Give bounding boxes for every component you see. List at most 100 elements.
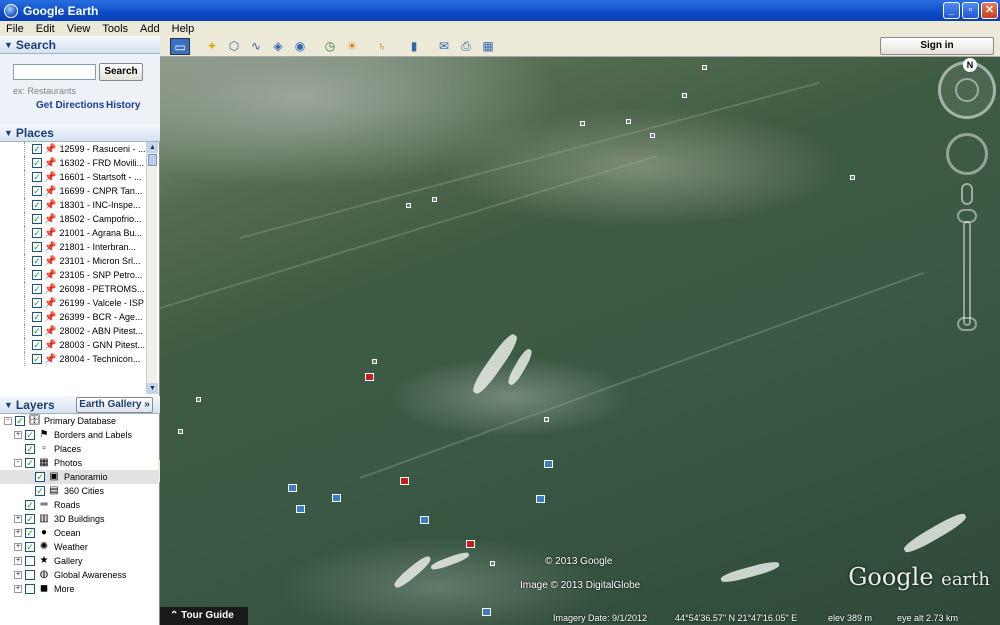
photo-marker[interactable] [332,494,341,502]
map-marker[interactable] [580,121,585,126]
look-around-icon[interactable] [955,78,979,102]
places-list[interactable]: ✓ 📌 12599 - Rasuceni - ... ✓ 📌 16302 - FRD Mo… [0,142,146,394]
place-item[interactable]: ✓ 📌 23105 - SNP Petro... [0,268,146,282]
place-item[interactable]: ✓ 📌 23101 - Micron Srl... [0,254,146,268]
add-polygon-icon[interactable]: ⬡ [224,38,244,55]
place-checkbox[interactable]: ✓ [32,326,42,336]
place-checkbox[interactable]: ✓ [32,172,42,182]
place-item[interactable]: ✓ 📌 16302 - FRD Movili... [0,156,146,170]
layer-checkbox[interactable]: ✓ [35,486,45,496]
place-checkbox[interactable]: ✓ [32,214,42,224]
zoom-slider[interactable] [963,221,971,326]
add-placemark-icon[interactable]: ✦ [202,38,222,55]
places-scrollbar[interactable]: ▲ ▼ [146,142,158,394]
layer-item[interactable]: ✓ ▤ 360 Cities [0,484,158,498]
place-item[interactable]: ✓ 📌 16601 - Startsoft - ... [0,170,146,184]
layer-checkbox[interactable]: ✓ [25,430,35,440]
layer-checkbox[interactable]: ✓ [25,528,35,538]
scroll-up-icon[interactable]: ▲ [147,142,158,153]
place-checkbox[interactable]: ✓ [32,228,42,238]
map-marker[interactable] [626,119,631,124]
street-view-pegman-icon[interactable] [961,183,973,205]
map-marker[interactable] [372,359,377,364]
place-checkbox[interactable]: ✓ [32,298,42,308]
add-overlay-icon[interactable]: ◈ [268,38,288,55]
map-marker[interactable] [178,429,183,434]
menu-view[interactable]: View [61,23,97,35]
layer-item[interactable]: + ★ Gallery [0,554,158,568]
scroll-down-icon[interactable]: ▼ [147,383,158,394]
layer-item[interactable]: + ✓ ● Ocean [0,526,158,540]
map-marker[interactable] [702,65,707,70]
search-panel-header[interactable]: ▼ Search [0,36,160,54]
photo-marker[interactable] [400,477,409,485]
close-button[interactable]: ✕ [981,2,998,19]
layer-item[interactable]: + ✓ ✺ Weather [0,540,158,554]
sign-in-button[interactable]: Sign in [880,37,994,55]
place-item[interactable]: ✓ 📌 16699 - CNPR Tan... [0,184,146,198]
sidebar-toggle-icon[interactable]: ▭ [170,38,190,55]
layer-item[interactable]: + ◼ More [0,582,158,596]
photo-marker[interactable] [420,516,429,524]
expand-toggle-icon[interactable]: + [14,515,22,523]
expand-toggle-icon[interactable]: + [14,529,22,537]
layer-checkbox[interactable]: ✓ [25,514,35,524]
expand-toggle-icon[interactable]: - [4,417,12,425]
menu-edit[interactable]: Edit [30,23,61,35]
map-marker[interactable] [682,93,687,98]
place-item[interactable]: ✓ 📌 18301 - INC-Inspe... [0,198,146,212]
map-marker[interactable] [850,175,855,180]
layer-checkbox[interactable]: ✓ [35,472,45,482]
layer-item[interactable]: - ✓ 🗄 Primary Database [0,414,158,428]
map-marker[interactable] [650,133,655,138]
photo-marker[interactable] [466,540,475,548]
email-icon[interactable]: ✉ [434,38,454,55]
place-checkbox[interactable]: ✓ [32,200,42,210]
place-checkbox[interactable]: ✓ [32,256,42,266]
layer-checkbox[interactable]: ✓ [25,458,35,468]
layer-item[interactable]: ✓ ═ Roads [0,498,158,512]
map-marker[interactable] [196,397,201,402]
layer-checkbox[interactable]: ✓ [25,500,35,510]
layer-checkbox[interactable] [25,556,35,566]
menu-add[interactable]: Add [134,23,166,35]
ruler-icon[interactable]: ▮ [404,38,424,55]
compass-north[interactable]: N [963,58,977,72]
place-item[interactable]: ✓ 📌 28002 - ABN Pitest... [0,324,146,338]
place-checkbox[interactable]: ✓ [32,312,42,322]
move-joystick-icon[interactable] [946,133,988,175]
expand-toggle-icon[interactable]: + [14,543,22,551]
menu-file[interactable]: File [0,23,30,35]
compass-ring[interactable]: N [938,58,996,119]
place-item[interactable]: ✓ 📌 26399 - BCR - Age... [0,310,146,324]
layer-checkbox[interactable]: ✓ [15,416,25,426]
layer-item[interactable]: ✓ ▫ Places [0,442,158,456]
layer-item[interactable]: + ✓ ▥ 3D Buildings [0,512,158,526]
place-item[interactable]: ✓ 📌 28004 - Technicon... [0,352,146,366]
layer-checkbox[interactable] [25,584,35,594]
menu-tools[interactable]: Tools [96,23,134,35]
sunlight-icon[interactable]: ☀ [342,38,362,55]
map-marker[interactable] [544,417,549,422]
photo-marker[interactable] [536,495,545,503]
photo-marker[interactable] [296,505,305,513]
minimize-button[interactable]: _ [943,2,960,19]
expand-toggle-icon[interactable]: - [14,459,22,467]
layer-checkbox[interactable] [25,570,35,580]
places-panel-header[interactable]: ▼ Places [0,124,160,142]
layer-item[interactable]: + ◍ Global Awareness [0,568,158,582]
expand-toggle-icon[interactable]: + [14,585,22,593]
layer-item[interactable]: - ✓ ▦ Photos [0,456,158,470]
place-item[interactable]: ✓ 📌 12599 - Rasuceni - ... [0,142,146,156]
layers-list[interactable]: - ✓ 🗄 Primary Database + ✓ ⚑ Borders and Labels… [0,414,158,625]
earth-gallery-button[interactable]: Earth Gallery » [76,397,153,413]
place-checkbox[interactable]: ✓ [32,242,42,252]
layer-checkbox[interactable]: ✓ [25,444,35,454]
layer-item[interactable]: + ✓ ⚑ Borders and Labels [0,428,158,442]
photo-marker[interactable] [365,373,374,381]
record-tour-icon[interactable]: ◉ [290,38,310,55]
place-checkbox[interactable]: ✓ [32,270,42,280]
place-checkbox[interactable]: ✓ [32,354,42,364]
place-checkbox[interactable]: ✓ [32,144,42,154]
expand-toggle-icon[interactable]: + [14,571,22,579]
